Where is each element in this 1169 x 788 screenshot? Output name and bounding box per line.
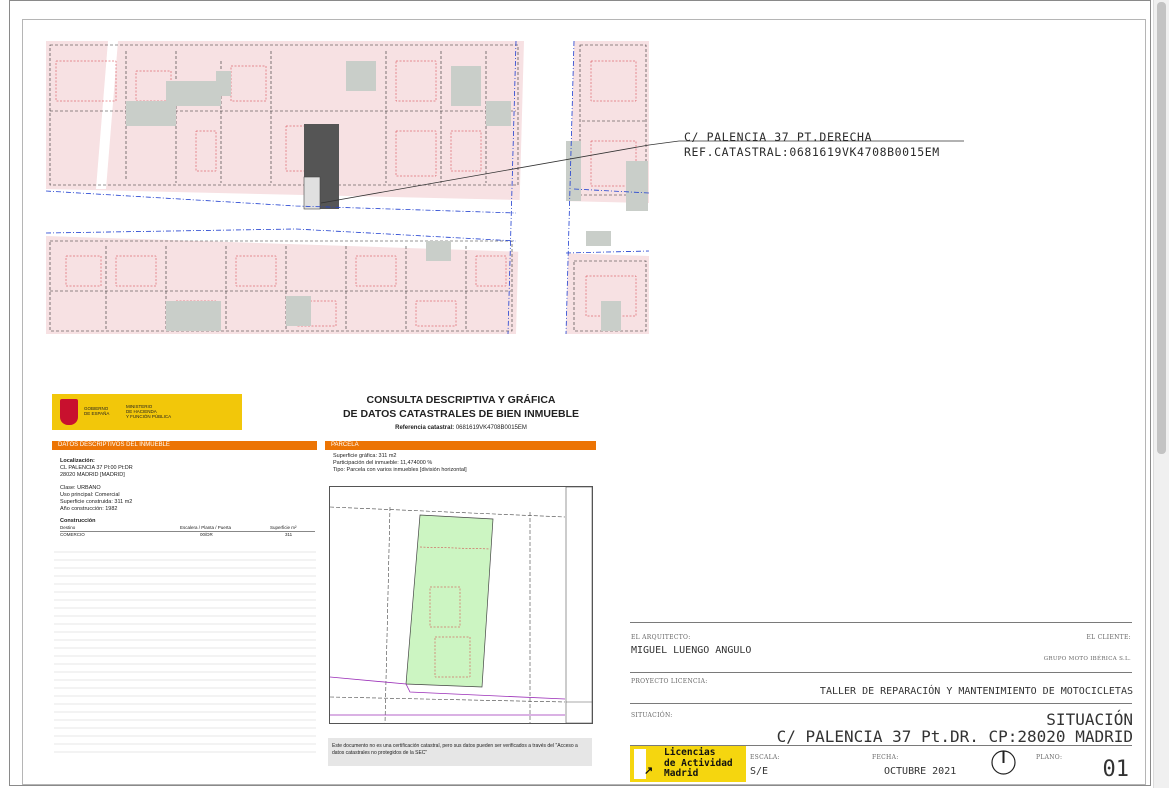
vertical-scrollbar[interactable] (1153, 0, 1169, 788)
plan-label: PLANO: (1036, 754, 1063, 761)
title-block-rule-1 (630, 622, 1132, 623)
ministry-line-3: Y FUNCIÓN PÚBLICA (126, 414, 172, 419)
scale-value: S/E (750, 766, 769, 777)
architect-name: MIGUEL LUENGO ANGULO (631, 645, 752, 656)
location-line-2: 28020 MADRID [MADRID] (60, 472, 125, 478)
parcel-drawing (329, 486, 593, 724)
location-label: Localización: (60, 458, 95, 464)
type-field: Tipo: Parcela con varios inmuebles [divi… (333, 467, 467, 473)
certificate-footnote: Este documento no es una certificación c… (328, 738, 592, 766)
government-logo: GOBIERNO DE ESPAÑA MINISTERIO DE HACIEND… (52, 394, 242, 430)
date-label: FECHA: (872, 754, 899, 761)
use-field: Uso principal: Comercial (60, 492, 120, 498)
north-arrow-icon (991, 750, 1016, 775)
graphic-area-field: Superficie gráfica: 311 m2 (333, 453, 397, 459)
col-superficie: Superficie m² (270, 525, 297, 530)
project-label: PROYECTO LICENCIA: (631, 678, 708, 685)
certificate-title-1: CONSULTA DESCRIPTIVA Y GRÁFICA (366, 394, 556, 406)
row-destino: COMERCIO (60, 532, 85, 537)
year-field: Año construcción: 1982 (60, 506, 118, 512)
scale-label: ESCALA: (750, 754, 780, 761)
callout-address: C/ PALENCIA 37 PT.DERECHA (684, 130, 873, 144)
parcel-data: Superficie gráfica: 311 m2 Participación… (333, 453, 588, 474)
project-name: TALLER DE REPARACIÓN Y MANTENIMIENTO DE … (819, 686, 1133, 697)
cadastral-certificate: GOBIERNO DE ESPAÑA MINISTERIO DE HACIEND… (46, 386, 596, 769)
map-drawing (46, 41, 649, 334)
licencias-logo: ↗ Licencias de Actividad Madrid (630, 746, 746, 782)
parcel-plan (329, 486, 593, 724)
situation-address: C/ PALENCIA 37 Pt.DR. CP:28020 MADRID (776, 727, 1133, 746)
class-field: Clase: URBANO (60, 485, 101, 491)
plan-number: 01 (1102, 757, 1130, 782)
certificate-reference: Referencia catastral: 0681619VK4708B0015… (326, 425, 596, 431)
col-escalera: Escalera / Planta / Puerta (180, 525, 232, 530)
architect-label: EL ARQUITECTO: (631, 634, 691, 641)
callout-reference: REF.CATASTRAL:0681619VK4708B0015EM (684, 145, 940, 159)
parcel-header: PARCELA (325, 441, 596, 450)
descriptive-data: Localización: CL PALENCIA 37 Pl:00 Pt:DR… (60, 458, 315, 538)
scrollbar-thumb[interactable] (1157, 2, 1166, 454)
cadastral-map (46, 41, 649, 334)
date-value: OCTUBRE 2021 (884, 766, 957, 777)
reference-value: 0681619VK4708B0015EM (455, 425, 527, 431)
cursor-icon: ↗ (644, 765, 654, 777)
construction-label: Construcción (60, 518, 96, 524)
construction-table-header: Destino Escalera / Planta / Puerta Super… (60, 525, 315, 532)
gov-line-2: DE ESPAÑA (84, 411, 110, 416)
construction-table-row: COMERCIO 00/DR 311 (60, 532, 315, 538)
col-destino: Destino (60, 525, 76, 530)
reference-label: Referencia catastral: (395, 425, 455, 431)
participation-field: Participación del inmueble: 11,474000 % (333, 460, 433, 466)
row-planta: 00/DR (200, 532, 213, 537)
descriptive-data-header: DATOS DESCRIPTIVOS DEL INMUEBLE (52, 441, 317, 450)
certificate-title-2: DE DATOS CATASTRALES DE BIEN INMUEBLE (342, 408, 580, 420)
logo-text: Licencias de Actividad Madrid (664, 747, 733, 779)
construction-table-lines (54, 551, 316, 753)
location-line-1: CL PALENCIA 37 Pl:00 Pt:DR (60, 465, 133, 471)
title-block-rule-3 (630, 703, 1132, 704)
client-name: GRUPO MOTO IBÉRICA S.L. (1043, 656, 1131, 662)
coat-of-arms-icon (60, 399, 78, 425)
situation-label: SITUACIÓN: (631, 712, 673, 719)
title-block-rule-2 (630, 672, 1132, 673)
built-area-field: Superficie construida: 311 m2 (60, 499, 133, 505)
client-label: EL CLIENTE: (1086, 634, 1131, 641)
row-superficie: 311 (285, 532, 293, 537)
